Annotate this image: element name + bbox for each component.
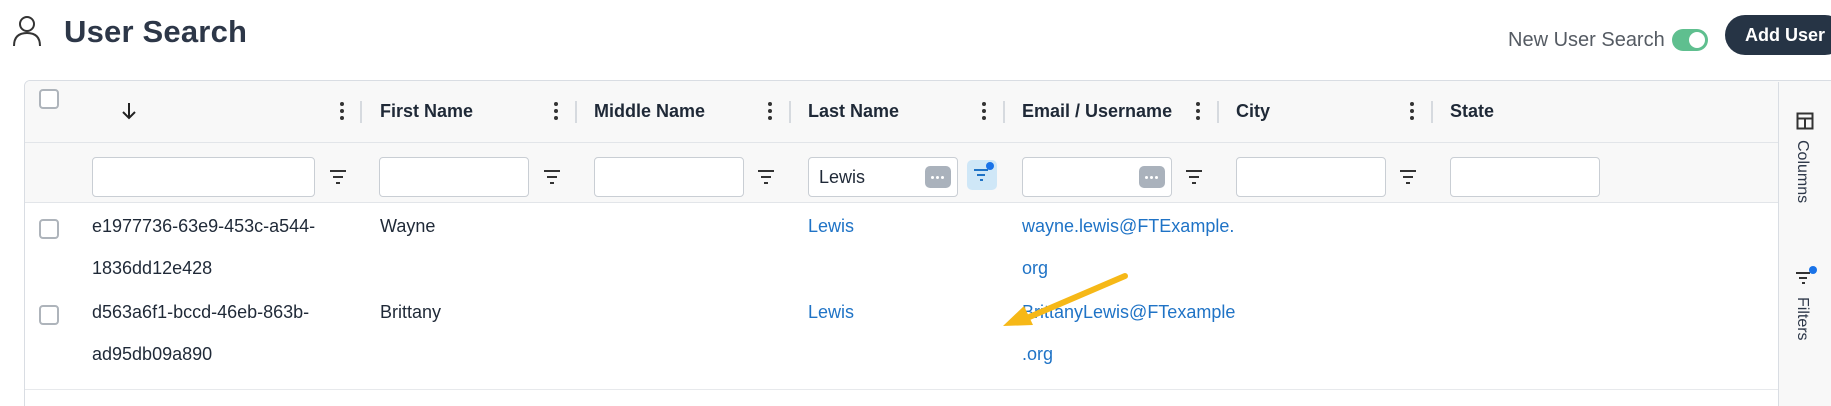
last-name-link[interactable]: Lewis — [808, 288, 854, 337]
side-tool-panel: Columns Filters — [1778, 82, 1831, 406]
last-name-link[interactable]: Lewis — [808, 202, 854, 251]
user-id-line2: 1836dd12e428 — [92, 258, 213, 278]
column-header-city[interactable]: City — [1236, 101, 1270, 122]
first-name-cell: Brittany — [380, 302, 442, 322]
filter-icon — [974, 169, 988, 181]
more-vert-icon[interactable] — [978, 99, 990, 123]
column-divider[interactable] — [1431, 101, 1433, 123]
email-link-line1[interactable]: BrittanyLewis@FTexample — [1022, 288, 1235, 337]
column-divider[interactable] — [360, 101, 362, 123]
column-divider[interactable] — [1003, 101, 1005, 123]
filter-icon[interactable] — [756, 169, 776, 185]
active-filter-dot — [986, 162, 994, 170]
more-vert-icon[interactable] — [1406, 99, 1418, 123]
columns-label: Columns — [1794, 140, 1811, 204]
toggle-knob — [1689, 32, 1705, 48]
page-header: User Search New User Search Add User — [0, 0, 1831, 80]
columns-panel-tab[interactable]: Columns — [1779, 112, 1831, 222]
last-name-filter-input[interactable]: Lewis — [808, 157, 958, 197]
ellipsis-icon[interactable] — [1139, 166, 1165, 188]
add-user-button[interactable]: Add User — [1725, 15, 1831, 55]
column-header-middle-name[interactable]: Middle Name — [594, 101, 705, 122]
middle-name-filter-input[interactable] — [594, 157, 744, 197]
user-id-line2: ad95db09a890 — [92, 344, 213, 364]
column-divider[interactable] — [575, 101, 577, 123]
page-title: User Search — [64, 14, 248, 49]
email-link-line2[interactable]: .org — [1022, 330, 1053, 379]
row-checkbox[interactable] — [39, 305, 59, 325]
select-all-checkbox[interactable] — [39, 89, 59, 109]
filter-icon[interactable] — [542, 169, 562, 185]
filter-icon[interactable] — [1398, 169, 1418, 185]
last-name-filter-value: Lewis — [819, 167, 866, 187]
column-header-first-name[interactable]: First Name — [380, 101, 473, 122]
email-filter-input[interactable] — [1022, 157, 1172, 197]
email-link-line2[interactable]: org — [1022, 244, 1048, 293]
state-filter-input[interactable] — [1450, 157, 1600, 197]
city-filter-input[interactable] — [1236, 157, 1386, 197]
first-name-filter-input[interactable] — [379, 157, 529, 197]
more-vert-icon[interactable] — [1192, 99, 1204, 123]
column-header-last-name[interactable]: Last Name — [808, 101, 899, 122]
columns-icon — [1796, 112, 1814, 130]
grid-header-row: First Name Middle Name Last Name Email /… — [25, 81, 1831, 143]
row-checkbox[interactable] — [39, 219, 59, 239]
filter-active-dot — [1809, 266, 1817, 274]
first-name-cell: Wayne — [380, 216, 436, 236]
new-user-search-label: New User Search — [1508, 29, 1665, 51]
column-divider[interactable] — [789, 101, 791, 123]
user-icon — [13, 16, 41, 47]
filter-icon[interactable] — [328, 169, 348, 185]
filters-panel-tab[interactable]: Filters — [1779, 266, 1831, 377]
filter-icon[interactable] — [1184, 169, 1204, 185]
more-vert-icon[interactable] — [336, 99, 348, 123]
column-divider[interactable] — [1217, 101, 1219, 123]
arrow-down-icon[interactable] — [120, 99, 138, 123]
ellipsis-icon[interactable] — [925, 166, 951, 188]
filters-label: Filters — [1794, 297, 1811, 341]
column-header-email[interactable]: Email / Username — [1022, 101, 1172, 122]
new-user-search-toggle[interactable] — [1672, 29, 1708, 51]
more-vert-icon[interactable] — [764, 99, 776, 123]
active-filter-button[interactable] — [967, 160, 997, 190]
grid-filter-row: Lewis — [25, 143, 1831, 203]
user-grid: First Name Middle Name Last Name Email /… — [24, 80, 1831, 406]
id-filter-input[interactable] — [92, 157, 315, 197]
table-row[interactable]: d563a6f1-bccd-46eb-863b- ad95db09a890 Br… — [25, 290, 1831, 390]
column-header-state[interactable]: State — [1450, 101, 1494, 122]
email-link-line1[interactable]: wayne.lewis@FTExample. — [1022, 202, 1234, 251]
more-vert-icon[interactable] — [550, 99, 562, 123]
